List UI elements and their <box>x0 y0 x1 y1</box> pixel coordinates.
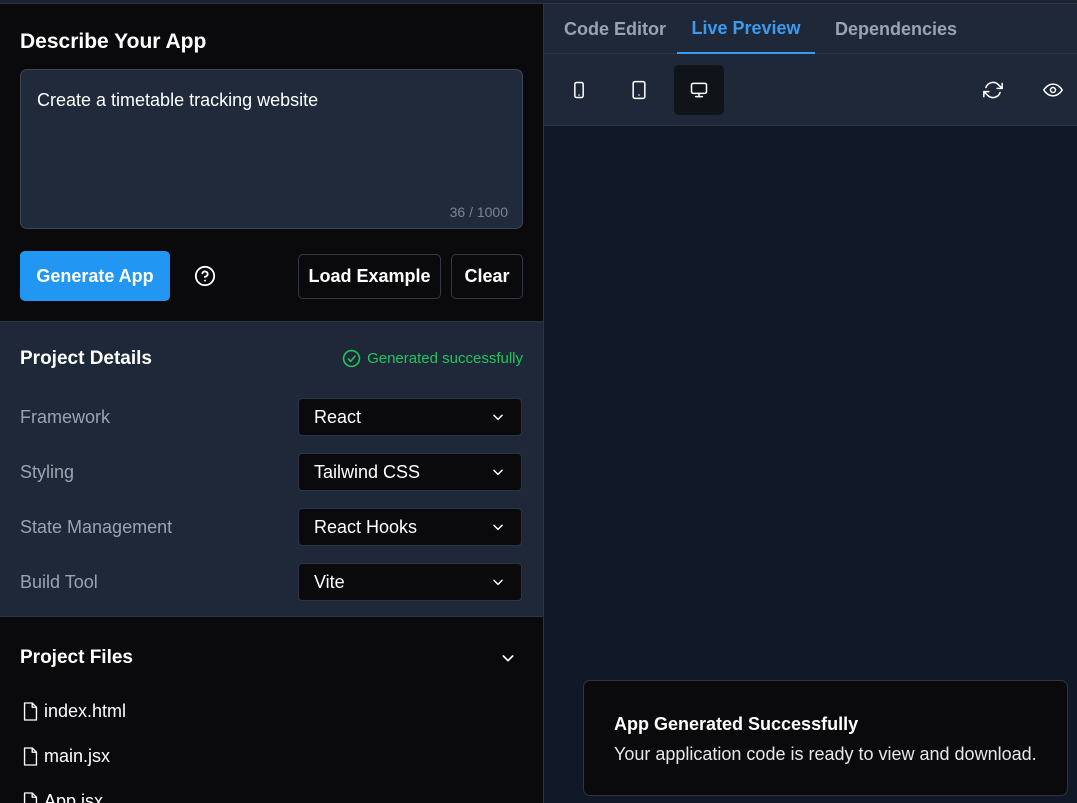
chevron-down-icon <box>493 579 503 586</box>
toast-title: App Generated Successfully <box>614 714 859 734</box>
tab-live-preview[interactable]: Live Preview <box>677 4 815 54</box>
chevron-down-icon <box>493 469 503 476</box>
describe-section: Describe Your App Create a timetable tra… <box>0 4 543 321</box>
status-indicator: Generated successfully <box>342 349 523 368</box>
styling-value: Tailwind CSS <box>314 461 421 482</box>
state-management-value: React Hooks <box>314 516 418 537</box>
file-name: main.jsx <box>44 746 111 766</box>
project-details-title: Project Details <box>20 348 152 369</box>
file-icon <box>23 747 38 766</box>
tab-bar: Code Editor Live Preview Dependencies <box>544 4 1077 54</box>
build-tool-value: Vite <box>314 571 345 592</box>
help-icon[interactable] <box>194 265 216 287</box>
project-files-title: Project Files <box>20 647 133 668</box>
framework-label: Framework <box>20 407 111 427</box>
build-tool-select[interactable]: Vite <box>298 563 522 601</box>
file-item-app-jsx[interactable]: App.jsx <box>22 791 103 803</box>
preview-toolbar <box>544 54 1077 126</box>
left-panel: Describe Your App Create a timetable tra… <box>0 4 543 803</box>
toast-message: Your application code is ready to view a… <box>614 744 1037 764</box>
tablet-view-button[interactable] <box>614 65 664 115</box>
file-item-main-jsx[interactable]: main.jsx <box>22 746 110 767</box>
project-files-section: Project Files index.html main.jsx App.js… <box>0 617 543 803</box>
refresh-icon <box>983 81 1003 99</box>
state-management-select[interactable]: React Hooks <box>298 508 522 546</box>
eye-icon <box>1043 83 1063 97</box>
tablet-icon <box>632 80 646 100</box>
file-name: App.jsx <box>44 791 104 803</box>
mobile-view-button[interactable] <box>554 65 604 115</box>
file-icon <box>23 792 38 803</box>
prompt-text[interactable]: Create a timetable tracking website <box>37 90 318 111</box>
prompt-textarea[interactable]: Create a timetable tracking website 36 /… <box>20 69 523 229</box>
preview-visibility-button[interactable] <box>1028 65 1077 115</box>
state-management-label: State Management <box>20 517 173 537</box>
describe-title: Describe Your App <box>20 30 207 53</box>
check-circle-icon <box>342 349 361 368</box>
framework-value: React <box>314 406 362 427</box>
build-tool-label: Build Tool <box>20 572 98 592</box>
generate-app-button[interactable]: Generate App <box>20 251 170 301</box>
mobile-icon <box>574 81 584 99</box>
desktop-icon <box>690 82 708 98</box>
char-counter: 36 / 1000 <box>449 204 508 220</box>
desktop-view-button[interactable] <box>674 65 724 115</box>
tab-code-editor[interactable]: Code Editor <box>564 4 666 54</box>
tab-dependencies[interactable]: Dependencies <box>835 4 957 54</box>
styling-label: Styling <box>20 462 75 482</box>
project-details-section: Project Details Generated successfully F… <box>0 321 543 617</box>
clear-button[interactable]: Clear <box>451 254 523 299</box>
file-item-index-html[interactable]: index.html <box>22 701 126 722</box>
file-name: index.html <box>44 701 127 721</box>
chevron-down-icon <box>493 414 503 421</box>
load-example-button[interactable]: Load Example <box>298 254 441 299</box>
styling-select[interactable]: Tailwind CSS <box>298 453 522 491</box>
refresh-button[interactable] <box>968 65 1018 115</box>
right-panel: Code Editor Live Preview Dependencies Ap… <box>544 4 1077 803</box>
chevron-down-icon <box>493 524 503 531</box>
file-icon <box>23 702 38 721</box>
collapse-chevron-icon[interactable] <box>500 650 516 666</box>
status-text: Generated successfully <box>367 350 523 367</box>
success-toast: App Generated Successfully Your applicat… <box>583 680 1068 796</box>
framework-select[interactable]: React <box>298 398 522 436</box>
